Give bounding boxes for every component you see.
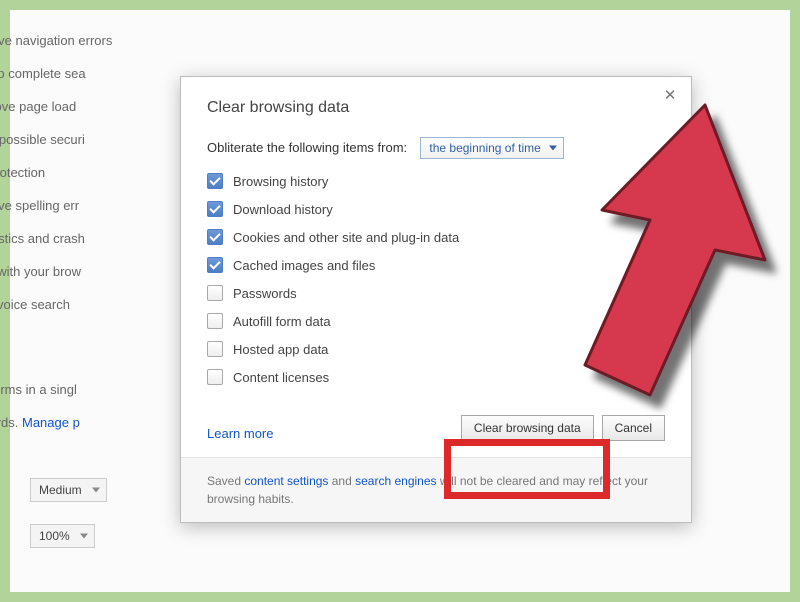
footer-text: and [328,474,355,488]
bg-line: ce to help resolve navigation errors [0,24,510,57]
checkbox-row: Content licenses [207,369,665,385]
chevron-down-icon [80,534,88,539]
checkbox-row: Cookies and other site and plug-in data [207,229,665,245]
page-zoom-select[interactable]: 100% [30,524,95,548]
checkbox-row: Download history [207,201,665,217]
checkbox-label: Autofill form data [233,314,331,329]
checkbox-row: Browsing history [207,173,665,189]
checkbox[interactable] [207,341,223,357]
dialog-footer: Saved content settings and search engine… [181,457,691,522]
bg-passwords-text: ur web passwords. [0,415,22,430]
close-icon[interactable]: ✕ [661,87,679,105]
checkbox-row: Hosted app data [207,341,665,357]
bg-manage-passwords-link[interactable]: Manage p [22,415,80,430]
checkbox-label: Browsing history [233,174,328,189]
dialog-title: Clear browsing data [207,99,665,117]
time-range-row: Obliterate the following items from: the… [207,137,665,159]
checkbox-row: Passwords [207,285,665,301]
checkbox-label: Cookies and other site and plug-in data [233,230,459,245]
clear-browsing-data-button[interactable]: Clear browsing data [461,415,594,441]
checkbox[interactable] [207,229,223,245]
chevron-down-icon [92,488,100,493]
checkbox[interactable] [207,173,223,189]
checkbox[interactable] [207,313,223,329]
cancel-button[interactable]: Cancel [602,415,665,441]
learn-more-link[interactable]: Learn more [207,426,273,441]
checkbox-label: Download history [233,202,333,217]
checkbox-row: Autofill form data [207,313,665,329]
footer-text: Saved [207,474,244,488]
font-size-select[interactable]: Medium [30,478,107,502]
search-engines-link[interactable]: search engines [355,474,436,488]
time-range-value: the beginning of time [429,141,540,155]
clear-browsing-data-dialog: ✕ Clear browsing data Obliterate the fol… [180,76,692,523]
checkbox[interactable] [207,285,223,301]
checkbox-label: Content licenses [233,370,329,385]
chevron-down-icon [549,146,557,151]
obliterate-label: Obliterate the following items from: [207,140,407,155]
checkbox[interactable] [207,257,223,273]
checkbox[interactable] [207,201,223,217]
checkbox-label: Cached images and files [233,258,375,273]
checkbox[interactable] [207,369,223,385]
content-settings-link[interactable]: content settings [244,474,328,488]
checkbox-label: Passwords [233,286,297,301]
checkbox-row: Cached images and files [207,257,665,273]
checkbox-label: Hosted app data [233,342,328,357]
dialog-button-bar: Clear browsing data Cancel [461,415,665,441]
time-range-select[interactable]: the beginning of time [420,137,563,159]
